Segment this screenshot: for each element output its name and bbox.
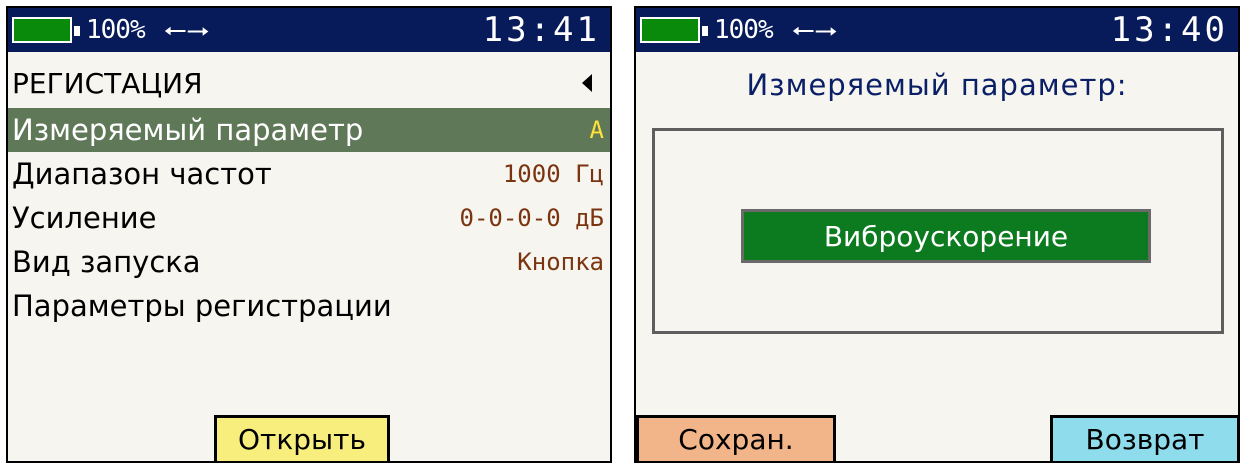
usb-icon: ⭠⭢	[163, 17, 210, 43]
parameter-option-selected[interactable]: Виброускорение	[741, 209, 1151, 263]
battery-tip	[702, 26, 708, 36]
parameter-heading: Измеряемый параметр:	[746, 68, 1128, 102]
menu-item-label: Вид запуска	[12, 245, 201, 279]
menu-item-registration-parameters[interactable]: Параметры регистрации	[8, 284, 610, 328]
menu-item-label: Измеряемый параметр	[12, 113, 364, 147]
parameter-select-box: Виброускорение	[652, 128, 1224, 334]
menu-item-label: Диапазон частот	[12, 157, 272, 191]
menu-list: Измеряемый параметр А Диапазон частот 10…	[8, 108, 610, 328]
menu-item-measured-parameter[interactable]: Измеряемый параметр А	[8, 108, 610, 152]
page-title: РЕГИСТАЦИЯ	[12, 66, 203, 100]
return-button[interactable]: Возврат	[1050, 415, 1238, 461]
status-bar: 100% ⭠⭢ 13:40	[636, 8, 1238, 52]
battery-icon	[12, 17, 80, 43]
battery-percent: 100%	[86, 15, 146, 45]
status-bar: 100% ⭠⭢ 13:41	[8, 8, 610, 52]
battery-icon	[640, 17, 708, 43]
save-button[interactable]: Сохран.	[636, 415, 836, 461]
battery-tip	[74, 26, 80, 36]
right-screen: 100% ⭠⭢ 13:40 Измеряемый параметр: Вибро…	[634, 6, 1240, 463]
triangle-left-icon[interactable]	[582, 74, 592, 92]
clock: 13:41	[482, 10, 600, 50]
menu-item-gain[interactable]: Усиление 0-0-0-0 дБ	[8, 196, 610, 240]
left-screen: 100% ⭠⭢ 13:41 РЕГИСТАЦИЯ Измеряемый пара…	[6, 6, 612, 463]
clock: 13:40	[1110, 10, 1228, 50]
menu-item-value: 0-0-0-0 дБ	[459, 204, 605, 232]
menu-item-value: Кнопка	[517, 248, 604, 276]
menu-item-trigger-type[interactable]: Вид запуска Кнопка	[8, 240, 610, 284]
menu-item-label: Параметры регистрации	[12, 289, 392, 323]
menu-title: РЕГИСТАЦИЯ	[12, 60, 598, 106]
menu-item-value: А	[589, 116, 604, 144]
usb-icon: ⭠⭢	[791, 17, 838, 43]
menu-item-label: Усиление	[12, 201, 157, 235]
menu-item-frequency-range[interactable]: Диапазон частот 1000 Гц	[8, 152, 610, 196]
open-button[interactable]: Открыть	[214, 415, 390, 461]
menu-item-value: 1000 Гц	[502, 160, 604, 188]
battery-percent: 100%	[714, 15, 774, 45]
